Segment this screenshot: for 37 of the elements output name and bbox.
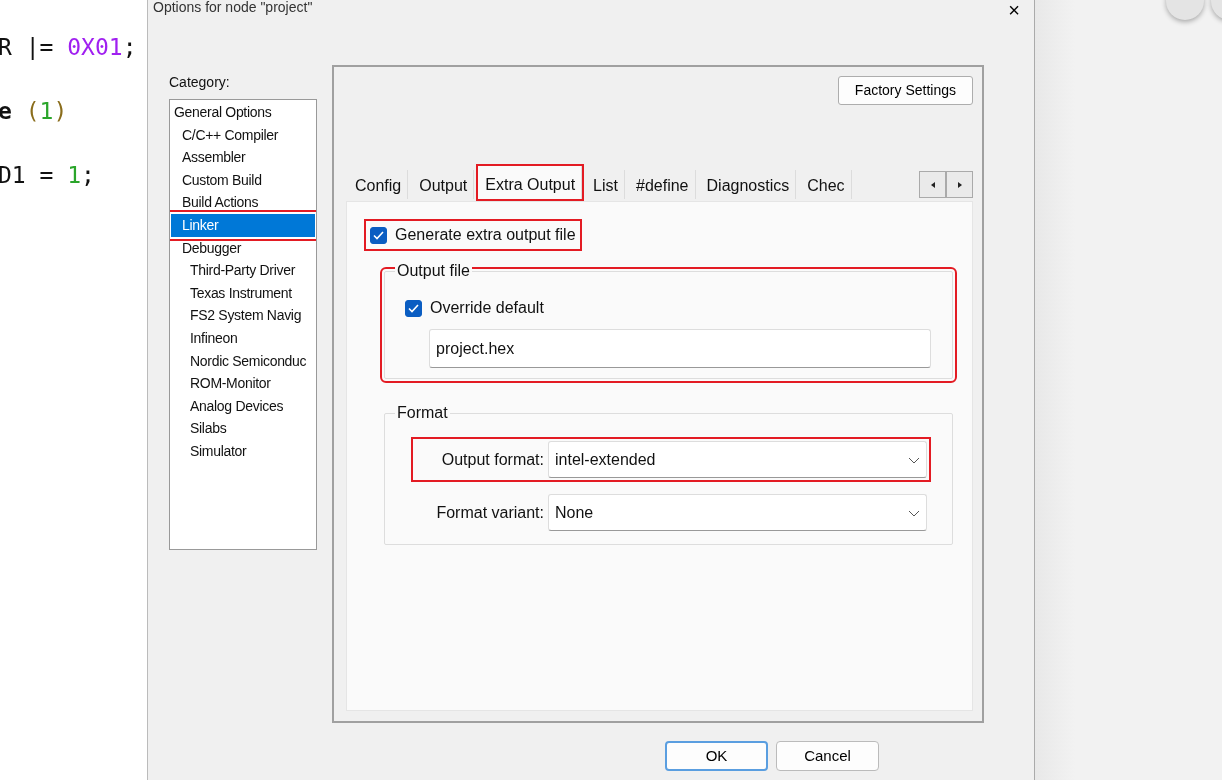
format-dropdown[interactable]: intel-extended: [548, 441, 927, 478]
category-item[interactable]: ROM-Monitor: [171, 372, 315, 395]
code-line: R |= 0X01;: [0, 33, 138, 62]
category-item[interactable]: C/C++ Compiler: [171, 123, 315, 147]
category-item[interactable]: Custom Build: [171, 168, 315, 192]
dialog-button[interactable]: OK: [665, 741, 768, 771]
category-label: Category:: [169, 73, 231, 92]
category-item[interactable]: Nordic Semiconduc: [171, 349, 315, 373]
category-item[interactable]: Third-Party Driver: [171, 259, 315, 282]
scroll-right-button[interactable]: [946, 171, 973, 198]
category-item[interactable]: Build Actions: [171, 191, 315, 214]
tab[interactable]: Extra Output: [476, 164, 585, 201]
category-item[interactable]: Infineon: [171, 326, 315, 350]
category-item[interactable]: FS2 System Navig: [171, 304, 315, 327]
category-item[interactable]: Analog Devices: [171, 394, 315, 418]
category-item[interactable]: General Options: [171, 101, 315, 124]
scroll-left-button[interactable]: [919, 171, 946, 198]
file-name-field[interactable]: project.hex: [429, 329, 931, 368]
category-item[interactable]: Silabs: [171, 417, 315, 440]
code-line: D1 = 1;: [0, 161, 96, 190]
chevron-down-icon: [908, 457, 920, 465]
close-button[interactable]: ×: [994, 0, 1034, 20]
group-title: Output file: [395, 261, 472, 281]
category-item[interactable]: Simulator: [171, 439, 315, 463]
right-arrow-icon: [955, 179, 964, 190]
generate-checkbox[interactable]: Generate extra output file: [368, 223, 578, 247]
field-label: Format variant:: [436, 502, 544, 523]
category-item[interactable]: Texas Instrument: [171, 281, 315, 305]
category-item[interactable]: Assembler: [171, 146, 315, 169]
override-checkbox[interactable]: Override default: [405, 296, 544, 320]
dialog-button[interactable]: Cancel: [776, 741, 879, 771]
factory-settings-button[interactable]: Factory Settings: [837, 76, 973, 105]
format-dropdown[interactable]: None: [548, 494, 927, 531]
chevron-down-icon: [908, 510, 920, 518]
window-title: Options for node "project": [152, 0, 313, 17]
field-label: Output format:: [441, 449, 544, 470]
category-item[interactable]: Debugger: [171, 236, 315, 260]
